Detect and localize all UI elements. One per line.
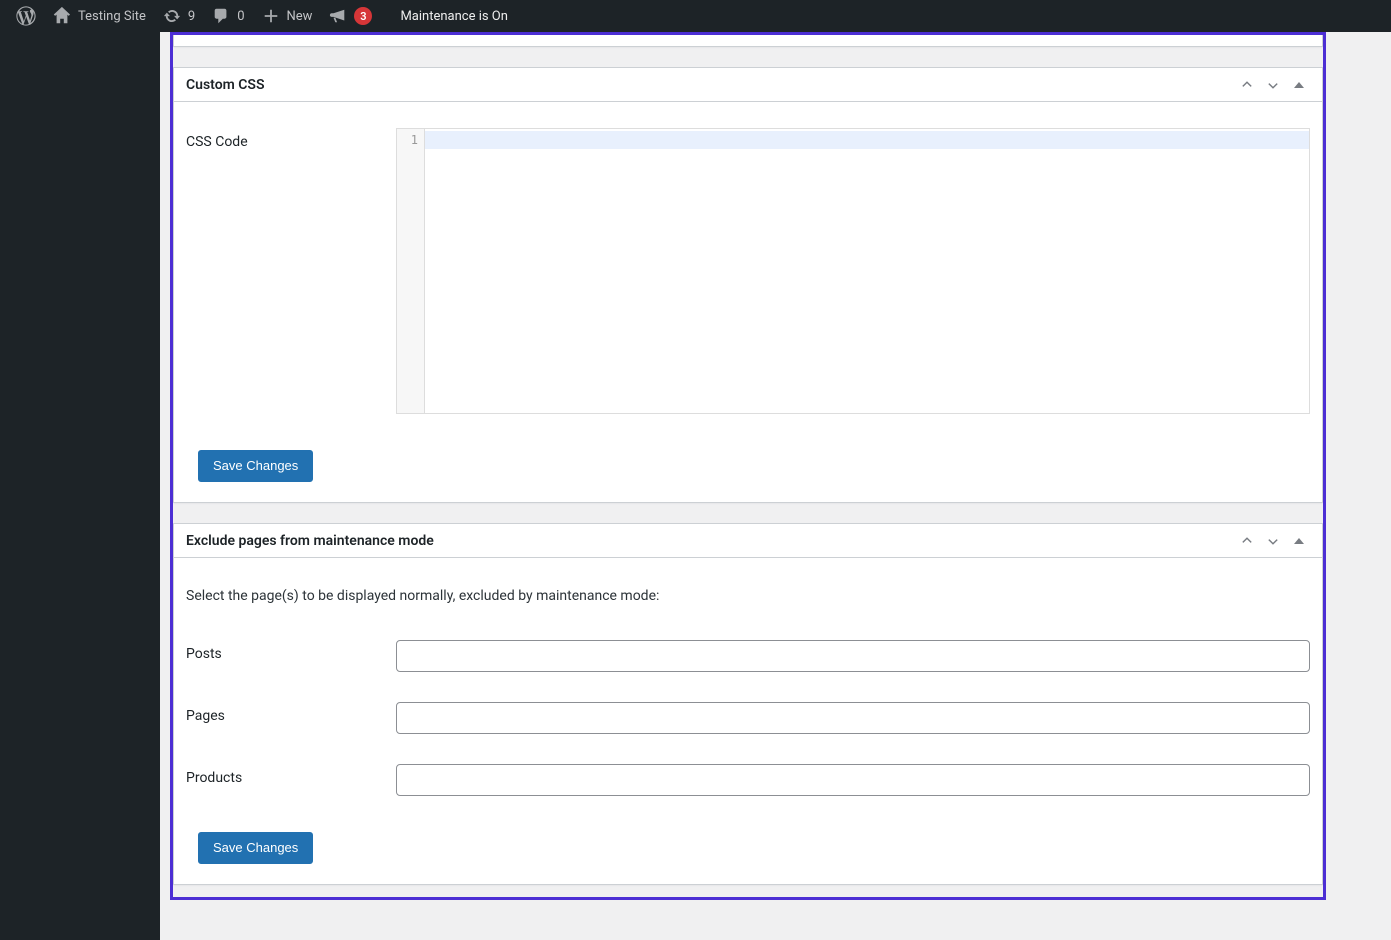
move-down-button[interactable] <box>1262 530 1284 552</box>
maintenance-status-text: Maintenance is On <box>400 9 507 24</box>
exclude-pages-title: Exclude pages from maintenance mode <box>186 533 434 549</box>
comments-count: 0 <box>237 9 244 24</box>
maintenance-status-link[interactable]: Maintenance is On <box>392 0 515 32</box>
new-content-link[interactable]: New <box>253 0 321 32</box>
wordpress-icon <box>16 6 36 26</box>
pages-input[interactable] <box>396 702 1310 734</box>
exclude-description: Select the page(s) to be displayed norma… <box>186 570 1310 610</box>
panel-handle-actions <box>1236 74 1310 96</box>
exclude-pages-header: Exclude pages from maintenance mode <box>174 524 1322 558</box>
comment-icon <box>211 6 231 26</box>
css-code-input[interactable] <box>425 129 1309 413</box>
toggle-panel-button[interactable] <box>1288 530 1310 552</box>
posts-input[interactable] <box>396 640 1310 672</box>
css-code-label: CSS Code <box>186 128 396 150</box>
home-icon <box>52 6 72 26</box>
highlighted-region: Custom CSS CSS Code <box>170 32 1326 900</box>
custom-css-header: Custom CSS <box>174 68 1322 102</box>
notification-badge: 3 <box>354 7 372 25</box>
products-label: Products <box>186 764 396 786</box>
code-body <box>425 129 1309 413</box>
site-name-text: Testing Site <box>78 9 146 24</box>
products-input[interactable] <box>396 764 1310 796</box>
previous-panel-bottom <box>173 35 1323 47</box>
save-button[interactable]: Save Changes <box>198 450 313 482</box>
wp-logo[interactable] <box>8 0 44 32</box>
megaphone-icon <box>328 6 348 26</box>
custom-css-panel: Custom CSS CSS Code <box>173 67 1323 503</box>
move-down-button[interactable] <box>1262 74 1284 96</box>
code-gutter: 1 <box>397 129 425 413</box>
line-number-1: 1 <box>397 131 424 149</box>
admin-sidebar <box>0 32 160 940</box>
save-button[interactable]: Save Changes <box>198 832 313 864</box>
plus-icon <box>261 6 281 26</box>
updates-count: 9 <box>188 9 195 24</box>
move-up-button[interactable] <box>1236 74 1258 96</box>
exclude-pages-body: Select the page(s) to be displayed norma… <box>174 558 1322 884</box>
custom-css-title: Custom CSS <box>186 77 265 93</box>
panel-handle-actions <box>1236 530 1310 552</box>
custom-css-body: CSS Code 1 Save Changes <box>174 102 1322 502</box>
site-name-link[interactable]: Testing Site <box>44 0 154 32</box>
posts-label: Posts <box>186 640 396 662</box>
updates-link[interactable]: 9 <box>154 0 203 32</box>
admin-bar: Testing Site 9 0 New 3 Maintenance is On <box>0 0 1391 32</box>
toggle-panel-button[interactable] <box>1288 74 1310 96</box>
move-up-button[interactable] <box>1236 530 1258 552</box>
pages-label: Pages <box>186 702 396 724</box>
exclude-pages-panel: Exclude pages from maintenance mode Sele… <box>173 523 1323 885</box>
new-label: New <box>287 9 313 24</box>
plugin-notification-link[interactable]: 3 <box>320 0 380 32</box>
css-code-editor: 1 <box>396 128 1310 414</box>
content-wrap: Custom CSS CSS Code <box>160 32 1391 940</box>
update-icon <box>162 6 182 26</box>
comments-link[interactable]: 0 <box>203 0 252 32</box>
